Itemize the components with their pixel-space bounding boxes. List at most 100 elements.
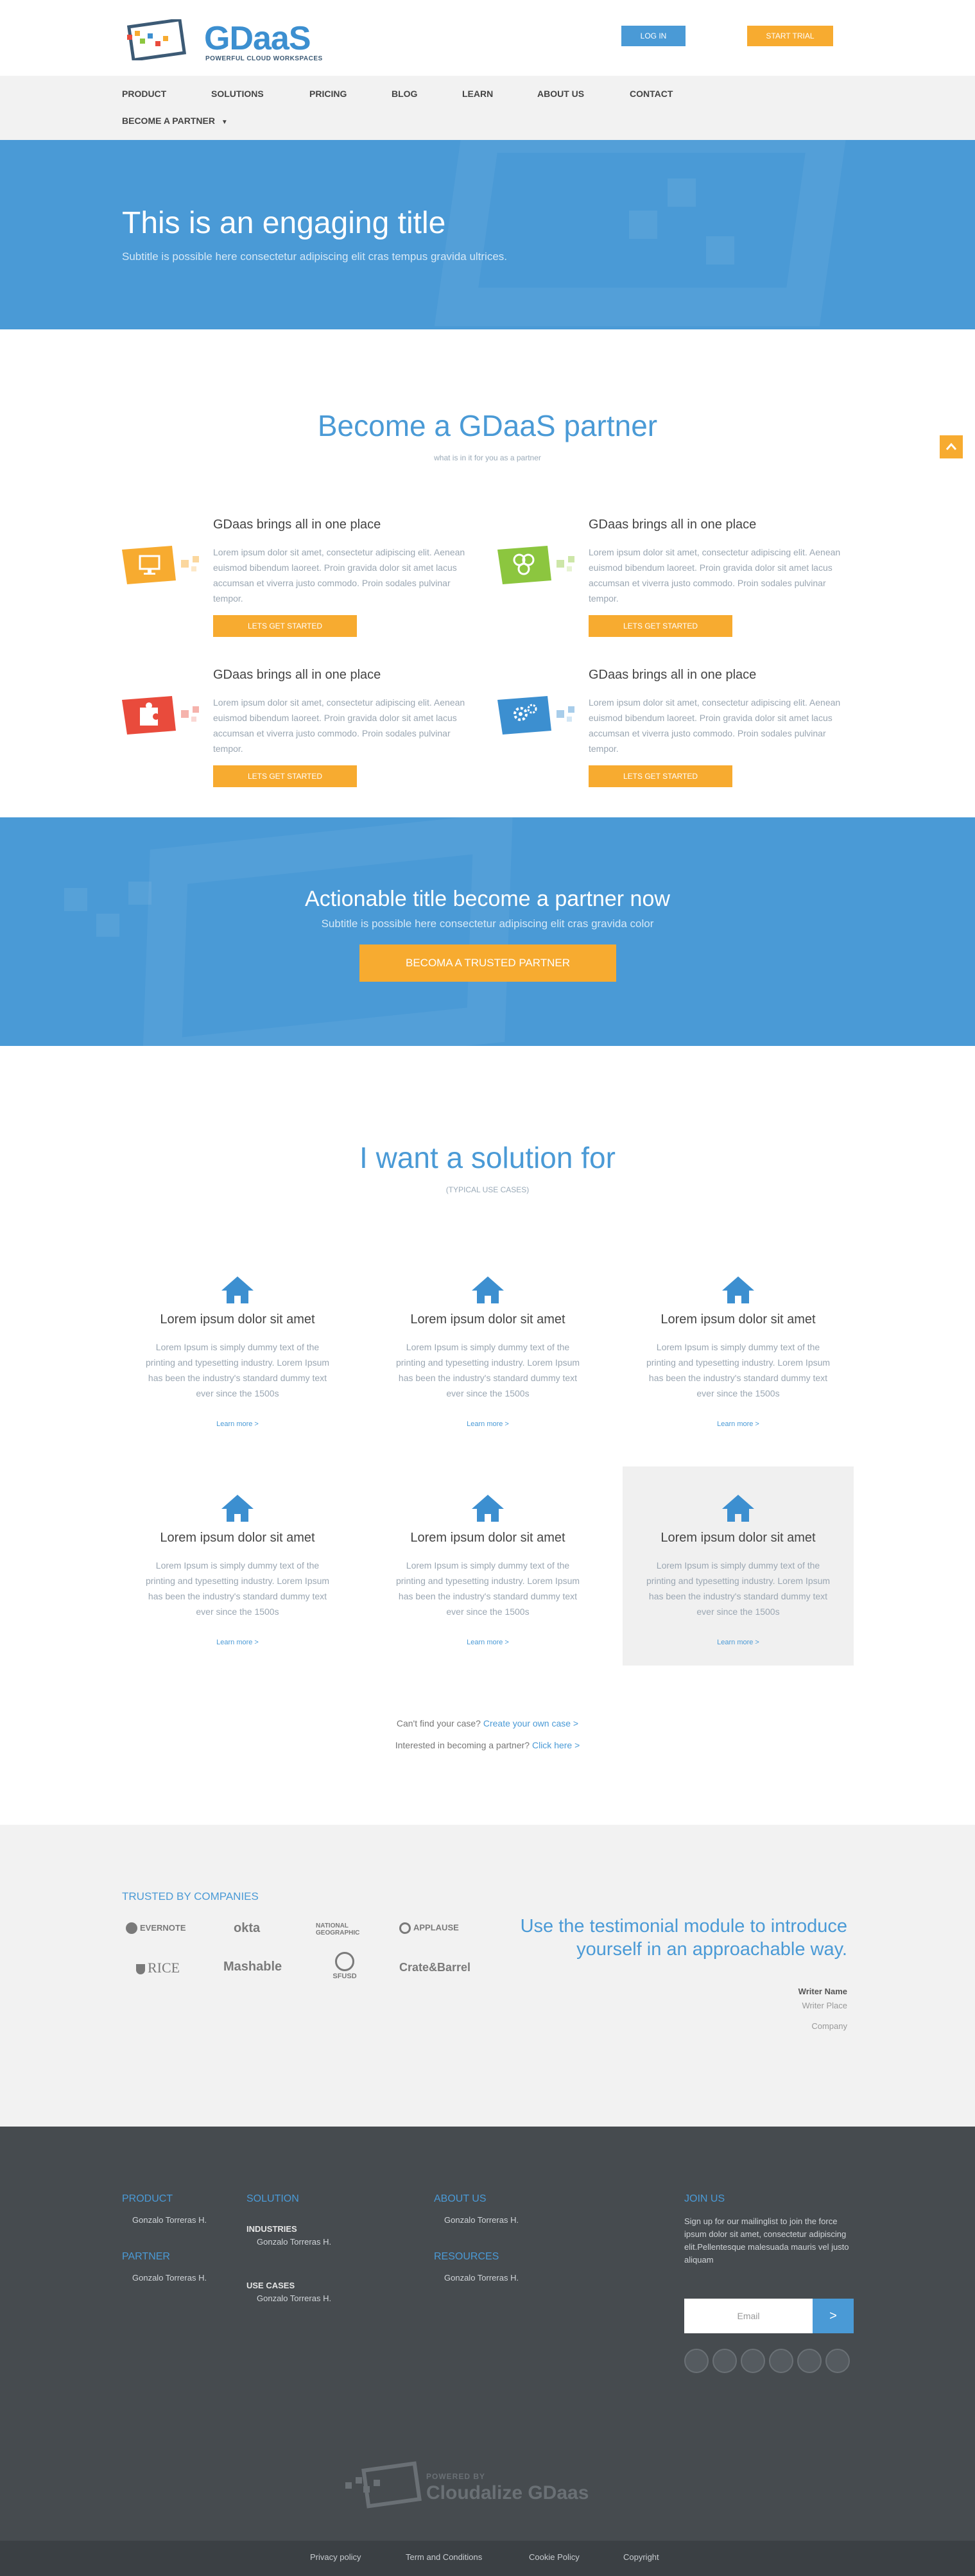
logo-text: GDaaS [204,20,311,57]
lets-get-started-button[interactable]: LETS GET STARTED [589,615,732,637]
lets-get-started-button[interactable]: LETS GET STARTED [589,765,732,787]
lets-get-started-button[interactable]: LETS GET STARTED [213,615,357,637]
footer-link[interactable]: Gonzalo Torreras H. [444,2215,519,2225]
linkedin-icon[interactable] [769,2349,793,2373]
footer-heading-about[interactable]: ABOUT US [434,2193,487,2205]
footer-link[interactable]: Gonzalo Torreras H. [257,2293,331,2303]
main-nav: PRODUCT SOLUTIONS PRICING BLOG LEARN ABO… [0,76,975,140]
solution-title: Lorem ipsum dolor sit amet [160,1312,315,1327]
nav-item-pricing[interactable]: PRICING [309,89,347,99]
footer-heading-solution[interactable]: SOLUTION [246,2193,299,2205]
nav-item-become-partner[interactable]: BECOME A PARTNER ▼ [122,116,228,126]
nav-item-contact[interactable]: CONTACT [630,89,673,99]
solutions-section-title: I want a solution for [359,1141,616,1174]
hero-decor-square [668,178,696,207]
solution-card[interactable]: Lorem ipsum dolor sit amet Lorem Ipsum i… [372,1248,603,1447]
footer-link[interactable]: Gonzalo Torreras H. [132,2273,207,2283]
nav-item-learn[interactable]: LEARN [462,89,493,99]
evernote-logo: EVERNOTE [126,1921,186,1934]
cookie-policy-link[interactable]: Cookie Policy [529,2552,580,2562]
nav-item-blog[interactable]: BLOG [392,89,417,99]
googleplus-icon[interactable] [741,2349,765,2373]
feature-title: GDaas brings all in one place [589,668,757,682]
solution-title: Lorem ipsum dolor sit amet [410,1312,565,1327]
youtube-icon[interactable] [797,2349,822,2373]
gdaas-logo[interactable]: GDaaS POWERFUL CLOUD WORKSPACES [126,19,331,64]
hero-decor-square [706,236,734,265]
powered-by-label: POWERED BY [426,2472,486,2481]
privacy-policy-link[interactable]: Privacy policy [310,2552,361,2562]
footer-heading-product[interactable]: PRODUCT [122,2193,173,2205]
become-trusted-partner-button[interactable]: BECOMA A TRUSTED PARTNER [359,944,616,982]
lets-get-started-button[interactable]: LETS GET STARTED [213,765,357,787]
feature-title: GDaas brings all in one place [213,518,381,532]
feature-block: GDaas brings all in one place Lorem ipsu… [122,668,481,803]
solution-card[interactable]: Lorem ipsum dolor sit amet Lorem Ipsum i… [372,1466,603,1666]
learn-more-link[interactable]: Learn more > [372,1639,603,1646]
twitter-icon[interactable] [712,2349,737,2373]
monitor-icon [122,546,199,584]
footer-link[interactable]: Gonzalo Torreras H. [257,2237,331,2247]
hero-subtitle: Subtitle is possible here consectetur ad… [122,250,508,263]
nav-item-solutions[interactable]: SOLUTIONS [211,89,264,99]
solution-card[interactable]: Lorem ipsum dolor sit amet Lorem Ipsum i… [623,1248,854,1447]
become-partner-line: Interested in becoming a partner? Click … [0,1740,975,1750]
elephant-icon [126,1922,137,1934]
solution-card[interactable]: Lorem ipsum dolor sit amet Lorem Ipsum i… [122,1466,353,1666]
caret-down-icon: ▼ [221,119,228,126]
hero-title: This is an engaging title [122,206,446,240]
partner-cta-banner: Actionable title become a partner now Su… [0,817,975,1046]
home-icon [722,1276,754,1303]
testimonial-quote: Use the testimonial module to introduce … [520,1916,847,1960]
login-button[interactable]: LOG IN [621,26,686,46]
nav-item-product[interactable]: PRODUCT [122,89,166,99]
solution-card[interactable]: Lorem ipsum dolor sit amet Lorem Ipsum i… [623,1466,854,1666]
mashable-logo: Mashable [223,1960,282,1974]
circle-icon [399,1922,411,1934]
site-header: GDaaS POWERFUL CLOUD WORKSPACES LOG IN S… [0,0,975,76]
solution-text: Lorem Ipsum is simply dummy text of the … [646,1560,831,1617]
cant-find-case-text: Can't find your case? [396,1718,481,1728]
testimonial-company: Company [811,2021,847,2031]
hero-decor-square [629,211,657,239]
puzzle-icon [122,696,199,735]
solution-title: Lorem ipsum dolor sit amet [660,1312,816,1327]
click-here-link[interactable]: Click here > [532,1740,580,1750]
footer-link[interactable]: Gonzalo Torreras H. [444,2273,519,2283]
terms-link[interactable]: Term and Conditions [406,2552,482,2562]
start-trial-button[interactable]: START TRIAL [747,26,833,46]
bottom-bar: Privacy policy Term and Conditions Cooki… [0,2541,975,2576]
applause-logo: APPLAUSE [399,1922,459,1934]
learn-more-link[interactable]: Learn more > [122,1420,353,1428]
feature-text: Lorem ipsum dolor sit amet, consectetur … [213,547,465,604]
partner-section-title: Become a GDaaS partner [317,409,658,442]
newsletter-email-input[interactable]: Email [684,2299,813,2333]
rss-icon[interactable] [825,2349,850,2373]
newsletter-submit-button[interactable]: > [813,2299,854,2333]
footer-subheading-use-cases[interactable]: USE CASES [246,2281,295,2290]
footer-heading-resources[interactable]: RESOURCES [434,2251,499,2263]
home-icon [472,1276,504,1303]
testimonial-writer-place: Writer Place [802,2001,847,2010]
solution-card[interactable]: Lorem ipsum dolor sit amet Lorem Ipsum i… [122,1248,353,1447]
footer-subheading-industries[interactable]: INDUSTRIES [246,2224,297,2234]
facebook-icon[interactable] [684,2349,709,2373]
footer-link[interactable]: Gonzalo Torreras H. [132,2215,207,2225]
logo-mark-icon [126,19,187,60]
cta-subtitle: Subtitle is possible here consectetur ad… [321,918,654,930]
copyright-link[interactable]: Copyright [623,2552,659,2562]
nav-item-about-us[interactable]: ABOUT US [537,89,584,99]
shield-icon [136,1963,145,1974]
solution-title: Lorem ipsum dolor sit amet [410,1531,565,1545]
logo-tagline: POWERFUL CLOUD WORKSPACES [205,55,323,62]
learn-more-link[interactable]: Learn more > [623,1639,854,1646]
okta-logo: okta [234,1921,261,1935]
learn-more-link[interactable]: Learn more > [623,1420,854,1428]
crate-barrel-logo: Crate&Barrel [399,1961,471,1974]
learn-more-link[interactable]: Learn more > [122,1639,353,1646]
gears-icon [497,696,574,735]
learn-more-link[interactable]: Learn more > [372,1420,603,1428]
create-own-case-link[interactable]: Create your own case > [483,1718,578,1728]
trusted-section: TRUSTED BY COMPANIES EVERNOTE okta NATIO… [0,1825,975,2127]
footer-heading-partner[interactable]: PARTNER [122,2251,170,2263]
